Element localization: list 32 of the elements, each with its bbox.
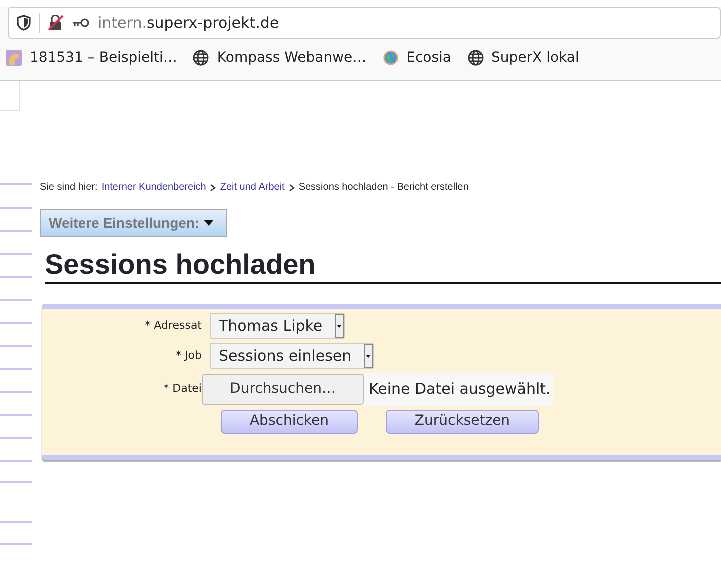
select-field[interactable]: Thomas Lipke	[210, 313, 345, 339]
dinosaur-icon	[6, 50, 22, 66]
lock-icon[interactable]	[48, 15, 64, 31]
chevron-icon	[288, 184, 295, 192]
field-label: * Job	[175, 348, 203, 364]
key-icon[interactable]	[72, 18, 90, 28]
bookmark[interactable]: Ecosia	[382, 48, 452, 68]
breadcrumb-link[interactable]: Zeit und Arbeit	[220, 180, 285, 195]
reset-button[interactable]: Zurücksetzen	[386, 410, 539, 434]
browse-button[interactable]: Durchsuchen…	[202, 374, 364, 405]
caret-icon	[204, 220, 214, 226]
chevron-icon	[210, 184, 216, 192]
caret-icon	[366, 354, 371, 358]
caret-icon	[336, 324, 342, 328]
breadcrumb-link[interactable]: Interner Kundenbereich	[102, 180, 206, 195]
select-field[interactable]: Sessions einlesen	[210, 343, 374, 369]
sidebar-panel	[0, 81, 20, 111]
globe-icon	[468, 50, 484, 66]
file-status: Keine Datei ausgewählt.	[364, 373, 553, 406]
field-label: * Datei	[162, 381, 203, 397]
page-heading: Sessions hochladen	[45, 249, 721, 284]
submit-button[interactable]: Abschicken	[221, 410, 358, 434]
breadcrumb-label: Sie sind hier:	[40, 181, 98, 195]
globe-icon	[382, 50, 399, 66]
breadcrumb-current: Sessions hochladen - Bericht erstellen	[298, 181, 469, 195]
shield-icon[interactable]	[17, 15, 31, 31]
url-text[interactable]: intern.superx-projekt.de	[98, 12, 280, 34]
globe-icon	[193, 50, 210, 66]
bookmark[interactable]: SuperX lokal	[468, 48, 580, 68]
bookmark[interactable]: 181531 – Beispielti…	[6, 48, 178, 68]
bookmark[interactable]: Kompass Webanwe…	[193, 48, 367, 68]
field-label: * Adressat	[144, 318, 203, 334]
